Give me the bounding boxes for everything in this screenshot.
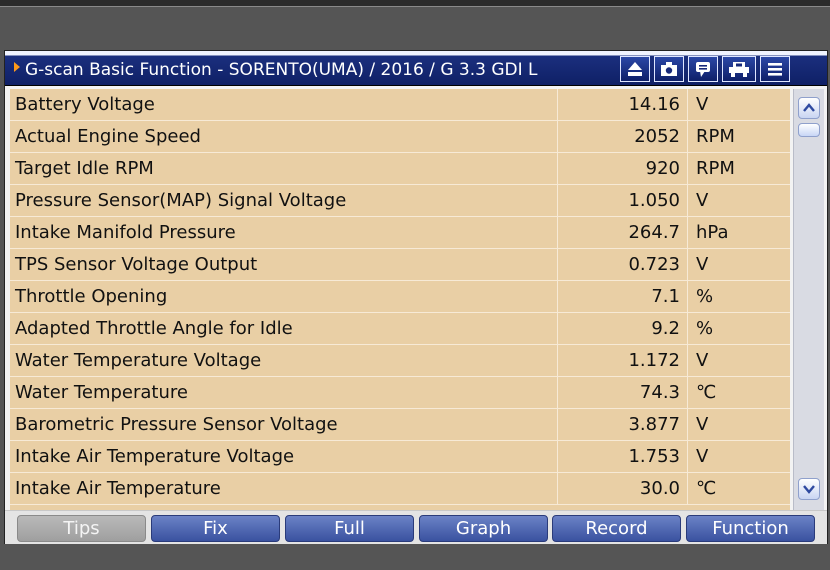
table-row[interactable]: Adapted Throttle Angle for Idle 9.2% (10, 313, 790, 345)
parameter-name: Intake Manifold Pressure (10, 217, 558, 248)
window-title: G-scan Basic Function - SORENTO(UMA) / 2… (25, 60, 538, 80)
graph-button[interactable]: Graph (419, 515, 548, 542)
parameter-value: 920 (558, 153, 688, 184)
parameter-value: 264.7 (558, 217, 688, 248)
parameter-value: 0.723 (558, 249, 688, 280)
parameter-unit: V (696, 350, 709, 371)
parameter-unit: RPM (696, 126, 735, 147)
parameter-unit: % (696, 286, 714, 307)
title-bar: G-scan Basic Function - SORENTO(UMA) / 2… (5, 51, 827, 86)
parameter-value: 2052 (558, 121, 688, 152)
menu-icon (768, 63, 782, 76)
parameter-name: Intake Air Temperature Voltage (10, 441, 558, 472)
screenshot-button[interactable] (654, 56, 684, 82)
chevron-down-icon (803, 485, 815, 494)
basic-function-window: G-scan Basic Function - SORENTO(UMA) / 2… (4, 50, 828, 544)
parameter-name: Throttle Opening (10, 281, 558, 312)
parameter-name: Intake Air Temperature (10, 473, 558, 504)
parameter-unit: V (696, 446, 709, 467)
parameter-unit: ℃ (696, 478, 717, 499)
table-row[interactable]: Intake Manifold Pressure 264.7 hPa (10, 217, 790, 249)
parameter-value: 1.753 (558, 441, 688, 472)
top-strip (0, 0, 830, 7)
parameter-name: Barometric Pressure Sensor Voltage (10, 409, 558, 440)
chat-bubble-icon (696, 62, 710, 77)
table-row[interactable]: Actual Engine Speed 2052 RPM (10, 121, 790, 153)
parameter-value: 7.1 (558, 281, 688, 312)
parameter-unit: V (696, 414, 709, 435)
table-row[interactable]: Water Temperature Voltage 1.172 V (10, 345, 790, 377)
parameter-unit: RPM (696, 158, 735, 179)
parameter-unit: V (696, 94, 709, 115)
parameter-name: Water Temperature (10, 377, 558, 408)
table-row[interactable]: Intake Air Temperature 30.0 ℃ (10, 473, 790, 505)
parameter-name: Target Idle RPM (10, 153, 558, 184)
parameter-unit: % (696, 318, 714, 339)
parameter-unit: V (696, 254, 709, 275)
vertical-scrollbar[interactable] (793, 89, 824, 510)
record-button[interactable]: Record (552, 515, 681, 542)
parameter-name: Adapted Throttle Angle for Idle (10, 313, 558, 344)
table-row[interactable]: Battery Voltage 14.16 V (10, 89, 790, 121)
title-arrow-icon (14, 62, 20, 72)
parameter-value: 74.3 (558, 377, 688, 408)
table-row[interactable]: Target Idle RPM 920 RPM (10, 153, 790, 185)
parameter-name: Pressure Sensor(MAP) Signal Voltage (10, 185, 558, 216)
parameter-name: TPS Sensor Voltage Output (10, 249, 558, 280)
tips-button[interactable]: Tips (17, 515, 146, 542)
parameter-value: 1.172 (558, 345, 688, 376)
menu-button[interactable] (760, 56, 790, 82)
parameter-name: Water Temperature Voltage (10, 345, 558, 376)
vehicle-button[interactable] (722, 56, 756, 82)
parameter-value: 30.0 (558, 473, 688, 504)
parameter-name: Battery Voltage (10, 89, 558, 120)
scroll-up-button[interactable] (798, 97, 820, 119)
table-row[interactable]: Throttle Opening 7.1% (10, 281, 790, 313)
parameter-value: 3.877 (558, 409, 688, 440)
sensor-data-table: Battery Voltage 14.16 V Actual Engine Speed… (10, 89, 790, 510)
full-button[interactable]: Full (285, 515, 414, 542)
chevron-up-icon (803, 103, 815, 112)
camera-icon (661, 62, 677, 76)
eject-icon (628, 62, 642, 76)
eject-button[interactable] (620, 56, 650, 82)
table-row[interactable]: Barometric Pressure Sensor Voltage 3.877 V (10, 409, 790, 441)
fix-button[interactable]: Fix (151, 515, 280, 542)
vehicle-icon (729, 62, 749, 77)
function-button[interactable]: Function (686, 515, 815, 542)
parameter-value: 14.16 (558, 89, 688, 120)
table-row[interactable]: Water Temperature 74.3 ℃ (10, 377, 790, 409)
gscan-screen: G-scan Basic Function - SORENTO(UMA) / 2… (0, 0, 830, 570)
parameter-value: 9.2 (558, 313, 688, 344)
message-button[interactable] (688, 56, 718, 82)
parameter-value: 1.050 (558, 185, 688, 216)
function-button-bar: Tips Fix Full Graph Record Function (5, 510, 827, 544)
scroll-down-button[interactable] (798, 478, 820, 500)
table-row[interactable]: Intake Air Temperature Voltage 1.753 V (10, 441, 790, 473)
parameter-name: Actual Engine Speed (10, 121, 558, 152)
table-row[interactable]: TPS Sensor Voltage Output 0.723 V (10, 249, 790, 281)
scroll-thumb[interactable] (798, 123, 820, 137)
parameter-unit: ℃ (696, 382, 717, 403)
table-row[interactable]: Pressure Sensor(MAP) Signal Voltage 1.050… (10, 185, 790, 217)
parameter-unit: V (696, 190, 709, 211)
parameter-unit: hPa (696, 222, 729, 243)
